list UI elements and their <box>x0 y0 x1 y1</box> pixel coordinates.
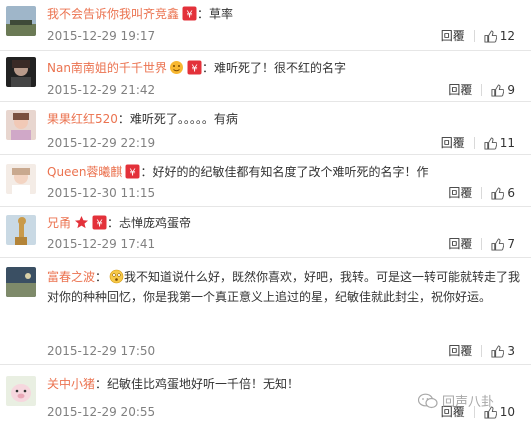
member-badge-icon[interactable]: ¥ <box>125 164 140 179</box>
commenter-name[interactable]: 我不会告诉你我叫齐竞鑫 <box>47 7 179 21</box>
comment-item: 富春之波： 我不知道说什么好，既然你喜欢，好吧，我转。可是这一转可能就转走了我对你… <box>0 258 531 365</box>
like-count: 7 <box>507 237 515 251</box>
svg-text:¥: ¥ <box>186 10 192 21</box>
watermark-text: 回声八卦 <box>442 395 495 410</box>
comment-text: 草率 <box>209 7 234 21</box>
divider <box>481 238 483 250</box>
comment-item: Queen蓉曦麒 ¥ ：好好的的纪敏佳都有知名度了改个难听死的名字！作 2015-1… <box>0 155 531 207</box>
like-button[interactable]: 11 <box>484 134 515 152</box>
member-badge-icon[interactable]: ¥ <box>187 60 202 75</box>
comment-item: 兄甬 ¥ ：忐惮庞鸡蛋帝 2015-12-29 17:41 回覆 7 <box>0 207 531 258</box>
like-count: 9 <box>507 83 515 97</box>
comment-text: 好好的的纪敏佳都有知名度了改个难听死的名字！作 <box>152 165 429 179</box>
like-button[interactable]: 3 <box>491 342 515 360</box>
thumbs-up-icon <box>491 237 505 251</box>
like-count: 10 <box>499 405 515 419</box>
commenter-name[interactable]: 兄甬 <box>47 216 71 230</box>
avatar[interactable] <box>6 6 36 36</box>
commenter-name[interactable]: 果果红红520 <box>47 112 118 126</box>
commenter-name[interactable]: 富春之波 <box>47 270 95 284</box>
svg-text:¥: ¥ <box>191 64 197 75</box>
reply-button[interactable]: 回覆 <box>448 81 472 99</box>
timestamp: 2015-12-30 11:15 <box>47 186 156 200</box>
thumbs-up-icon <box>491 344 505 358</box>
reply-button[interactable]: 回覆 <box>441 134 465 152</box>
avatar[interactable] <box>6 215 36 245</box>
timestamp: 2015-12-29 17:50 <box>47 344 156 358</box>
avatar[interactable] <box>6 110 36 140</box>
sparkle-badge-icon <box>169 60 184 75</box>
thumbs-up-icon <box>484 29 497 43</box>
avatar[interactable] <box>6 57 36 87</box>
wechat-icon <box>418 393 438 408</box>
comment-text: 难听死了。。。。。有病 <box>129 112 238 126</box>
reply-button[interactable]: 回覆 <box>448 184 472 202</box>
divider <box>473 137 475 149</box>
star-icon <box>74 215 89 230</box>
reply-button[interactable]: 回覆 <box>441 27 465 45</box>
comment-list: 我不会告诉你我叫齐竞鑫 ¥ ：草率 2015-12-29 19:17 回覆 12 N… <box>0 0 531 427</box>
commenter-name[interactable]: Nan南南姐的千千世界 <box>47 61 167 75</box>
timestamp: 2015-12-29 20:55 <box>47 405 156 419</box>
like-button[interactable]: 9 <box>491 81 515 99</box>
comment-item: Nan南南姐的千千世界 ¥ ：难听死了！很不红的名字 2015-12-29 21:4… <box>0 51 531 102</box>
timestamp: 2015-12-29 22:19 <box>47 136 156 150</box>
member-badge-icon[interactable]: ¥ <box>92 215 107 230</box>
like-button[interactable]: 6 <box>491 184 515 202</box>
like-button[interactable]: 12 <box>484 27 515 45</box>
divider <box>481 187 483 199</box>
like-count: 6 <box>507 186 515 200</box>
svg-text:¥: ¥ <box>130 168 136 179</box>
thumbs-up-icon <box>491 83 505 97</box>
comment-item: 果果红红520：难听死了。。。。。有病 2015-12-29 22:19 回覆 … <box>0 102 531 155</box>
avatar[interactable] <box>6 267 36 297</box>
divider <box>481 84 483 96</box>
like-count: 3 <box>507 344 515 358</box>
like-count: 12 <box>499 29 515 43</box>
reply-button[interactable]: 回覆 <box>448 342 472 360</box>
timestamp: 2015-12-29 17:41 <box>47 237 156 251</box>
thumbs-up-icon <box>484 136 497 150</box>
commenter-name[interactable]: 关中小猪 <box>47 377 95 391</box>
divider <box>473 30 475 42</box>
like-button[interactable]: 7 <box>491 235 515 253</box>
timestamp: 2015-12-29 21:42 <box>47 83 156 97</box>
avatar[interactable] <box>6 164 36 194</box>
member-badge-icon[interactable]: ¥ <box>182 6 197 21</box>
comment-text: 纪敏佳比鸡蛋地好听一千倍！无知！ <box>107 377 300 391</box>
comment-text: 忐惮庞鸡蛋帝 <box>119 216 192 230</box>
thumbs-up-icon <box>491 186 505 200</box>
divider <box>481 345 483 357</box>
reply-button[interactable]: 回覆 <box>448 235 472 253</box>
like-count: 11 <box>499 136 515 150</box>
commenter-name[interactable]: Queen蓉曦麒 <box>47 165 122 179</box>
avatar[interactable] <box>6 376 36 406</box>
confused-emoji-icon <box>109 269 124 284</box>
watermark: 回声八卦 <box>418 391 494 410</box>
svg-text:¥: ¥ <box>96 219 102 230</box>
comment-item: 我不会告诉你我叫齐竞鑫 ¥ ：草率 2015-12-29 19:17 回覆 12 <box>0 0 531 51</box>
comment-text: 难听死了！很不红的名字 <box>213 61 346 75</box>
timestamp: 2015-12-29 19:17 <box>47 29 156 43</box>
